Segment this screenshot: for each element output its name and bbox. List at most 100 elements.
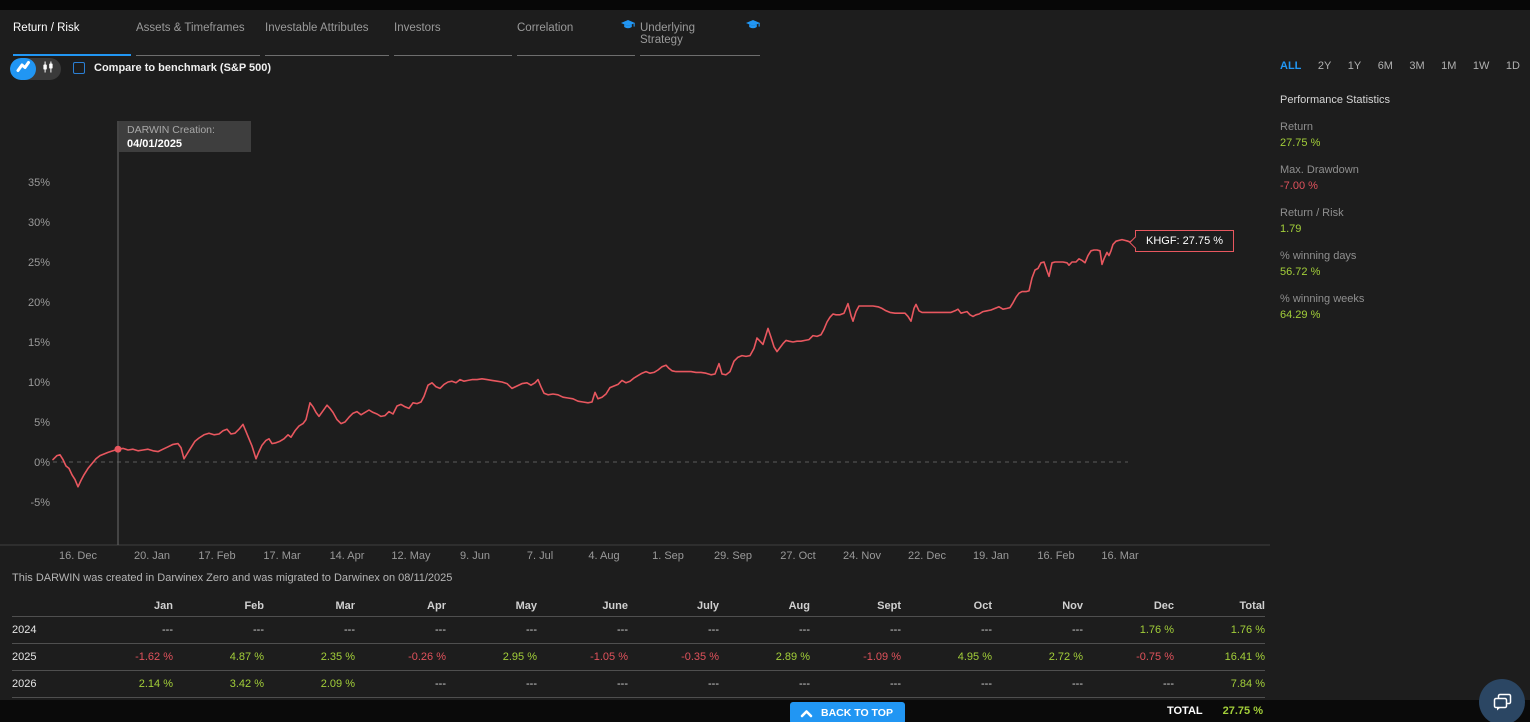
month-value-cell: 2.09 % (264, 670, 355, 697)
returns-table-header: JanFebMarAprMayJuneJulyAugSeptOctNovDecT… (12, 596, 1265, 616)
monthly-returns-table: JanFebMarAprMayJuneJulyAugSeptOctNovDecT… (12, 596, 1265, 698)
migration-note: This DARWIN was created in Darwinex Zero… (12, 572, 452, 584)
darwin-detail-page: Return / Risk Assets & Timeframes Invest… (0, 0, 1530, 722)
stat-value: 64.29 % (1280, 309, 1524, 321)
month-value-cell: --- (810, 670, 901, 697)
returns-chart[interactable]: 35%30%25%20%15%10%5%0%-5%16. Dec20. Jan1… (0, 90, 1270, 565)
timeframe-6m[interactable]: 6M (1378, 60, 1393, 72)
stat-label: Max. Drawdown (1280, 164, 1524, 176)
x-tick-label: 4. Aug (588, 550, 619, 562)
creation-tooltip-title: DARWIN Creation: (127, 124, 243, 137)
month-value-cell: 1.76 % (1083, 616, 1174, 643)
stat-label: % winning days (1280, 250, 1524, 262)
column-header-total: Total (1174, 596, 1265, 616)
tab-assets-timeframes[interactable]: Assets & Timeframes (136, 22, 260, 56)
x-tick-label: 16. Mar (1101, 550, 1139, 562)
y-tick-label: -5% (30, 497, 50, 509)
column-header-may: May (446, 596, 537, 616)
month-value-cell: --- (719, 670, 810, 697)
stat-value: 27.75 % (1280, 137, 1524, 149)
stat-return: Return27.75 % (1280, 121, 1524, 149)
timeframe-1y[interactable]: 1Y (1348, 60, 1361, 72)
tab-underlying-strategy[interactable]: Underlying Strategy (640, 22, 760, 56)
x-tick-label: 12. May (391, 550, 431, 562)
month-value-cell: 2.89 % (719, 643, 810, 670)
series-end-value-label: KHGF: 27.75 % (1135, 230, 1234, 252)
tab-return-risk[interactable]: Return / Risk (13, 22, 131, 56)
tab-correlation[interactable]: Correlation (517, 22, 635, 56)
table-row-2026: 20262.14 %3.42 %2.09 %------------------… (12, 670, 1265, 697)
timeframe-3m[interactable]: 3M (1409, 60, 1424, 72)
right-panel: ALL 2Y 1Y 6M 3M 1M 1W 1D Performance Statistics… (1280, 60, 1524, 321)
timeframe-1w[interactable]: 1W (1473, 60, 1490, 72)
chart-type-toggle[interactable] (10, 58, 61, 80)
month-value-cell: -1.62 % (82, 643, 173, 670)
month-value-cell: -1.09 % (810, 643, 901, 670)
compare-benchmark-row: Compare to benchmark (S&P 500) (73, 62, 271, 74)
month-value-cell: --- (992, 616, 1083, 643)
month-value-cell: --- (446, 616, 537, 643)
returns-chart-svg: 35%30%25%20%15%10%5%0%-5%16. Dec20. Jan1… (0, 90, 1270, 565)
tab-label: Investable Attributes (265, 22, 369, 34)
y-tick-label: 0% (34, 457, 50, 469)
month-value-cell: --- (173, 616, 264, 643)
chevron-up-icon (800, 709, 813, 718)
column-header-dec: Dec (1083, 596, 1174, 616)
month-value-cell: --- (992, 670, 1083, 697)
chat-widget-button[interactable] (1479, 679, 1525, 722)
month-value-cell: 2.95 % (446, 643, 537, 670)
tab-label: Return / Risk (13, 22, 79, 34)
grand-total-row: TOTAL 27.75 % (1167, 700, 1263, 722)
stat-value: -7.00 % (1280, 180, 1524, 192)
month-value-cell: --- (446, 670, 537, 697)
top-black-strip (0, 0, 1530, 10)
timeframe-2y[interactable]: 2Y (1318, 60, 1331, 72)
month-value-cell: 2.14 % (82, 670, 173, 697)
x-tick-label: 27. Oct (780, 550, 815, 562)
column-header-jan: Jan (82, 596, 173, 616)
x-tick-label: 19. Jan (973, 550, 1009, 562)
creation-point-marker (115, 446, 122, 453)
compare-benchmark-checkbox[interactable] (73, 62, 85, 74)
month-value-cell: --- (810, 616, 901, 643)
year-label: 2026 (12, 670, 82, 697)
month-value-cell: --- (1083, 670, 1174, 697)
x-tick-label: 1. Sep (652, 550, 684, 562)
tab-investable-attributes[interactable]: Investable Attributes (265, 22, 389, 56)
month-value-cell: --- (82, 616, 173, 643)
x-tick-label: 16. Feb (1037, 550, 1074, 562)
y-tick-label: 35% (28, 177, 50, 189)
total-cell: 16.41 % (1174, 643, 1265, 670)
y-tick-label: 25% (28, 257, 50, 269)
x-tick-label: 20. Jan (134, 550, 170, 562)
column-header-aug: Aug (719, 596, 810, 616)
timeframe-all[interactable]: ALL (1280, 60, 1301, 72)
tab-investors[interactable]: Investors (394, 22, 512, 56)
line-chart-toggle-button[interactable] (10, 58, 36, 80)
chat-bubbles-icon (1490, 690, 1514, 714)
grand-total-value: 27.75 % (1223, 705, 1263, 717)
line-chart-icon (15, 59, 31, 79)
y-tick-label: 15% (28, 337, 50, 349)
month-value-cell: --- (537, 616, 628, 643)
month-value-cell: --- (628, 670, 719, 697)
performance-stats-title: Performance Statistics (1280, 94, 1524, 106)
x-tick-label: 16. Dec (59, 550, 97, 562)
creation-tooltip-date: 04/01/2025 (127, 137, 243, 151)
timeframe-1d[interactable]: 1D (1506, 60, 1520, 72)
table-corner-cell (12, 596, 82, 616)
x-tick-label: 17. Mar (263, 550, 301, 562)
month-value-cell: -0.75 % (1083, 643, 1174, 670)
x-tick-label: 24. Nov (843, 550, 881, 562)
month-value-cell: 4.87 % (173, 643, 264, 670)
month-value-cell: 4.95 % (901, 643, 992, 670)
y-tick-label: 20% (28, 297, 50, 309)
back-to-top-button[interactable]: BACK TO TOP (790, 702, 905, 722)
timeframe-1m[interactable]: 1M (1441, 60, 1456, 72)
stat-label: % winning weeks (1280, 293, 1524, 305)
x-tick-label: 7. Jul (527, 550, 553, 562)
candlestick-toggle-button[interactable] (36, 58, 62, 80)
returns-line-series (53, 240, 1133, 487)
grand-total-label: TOTAL (1167, 705, 1203, 717)
table-row-2024: 2024---------------------------------1.7… (12, 616, 1265, 643)
